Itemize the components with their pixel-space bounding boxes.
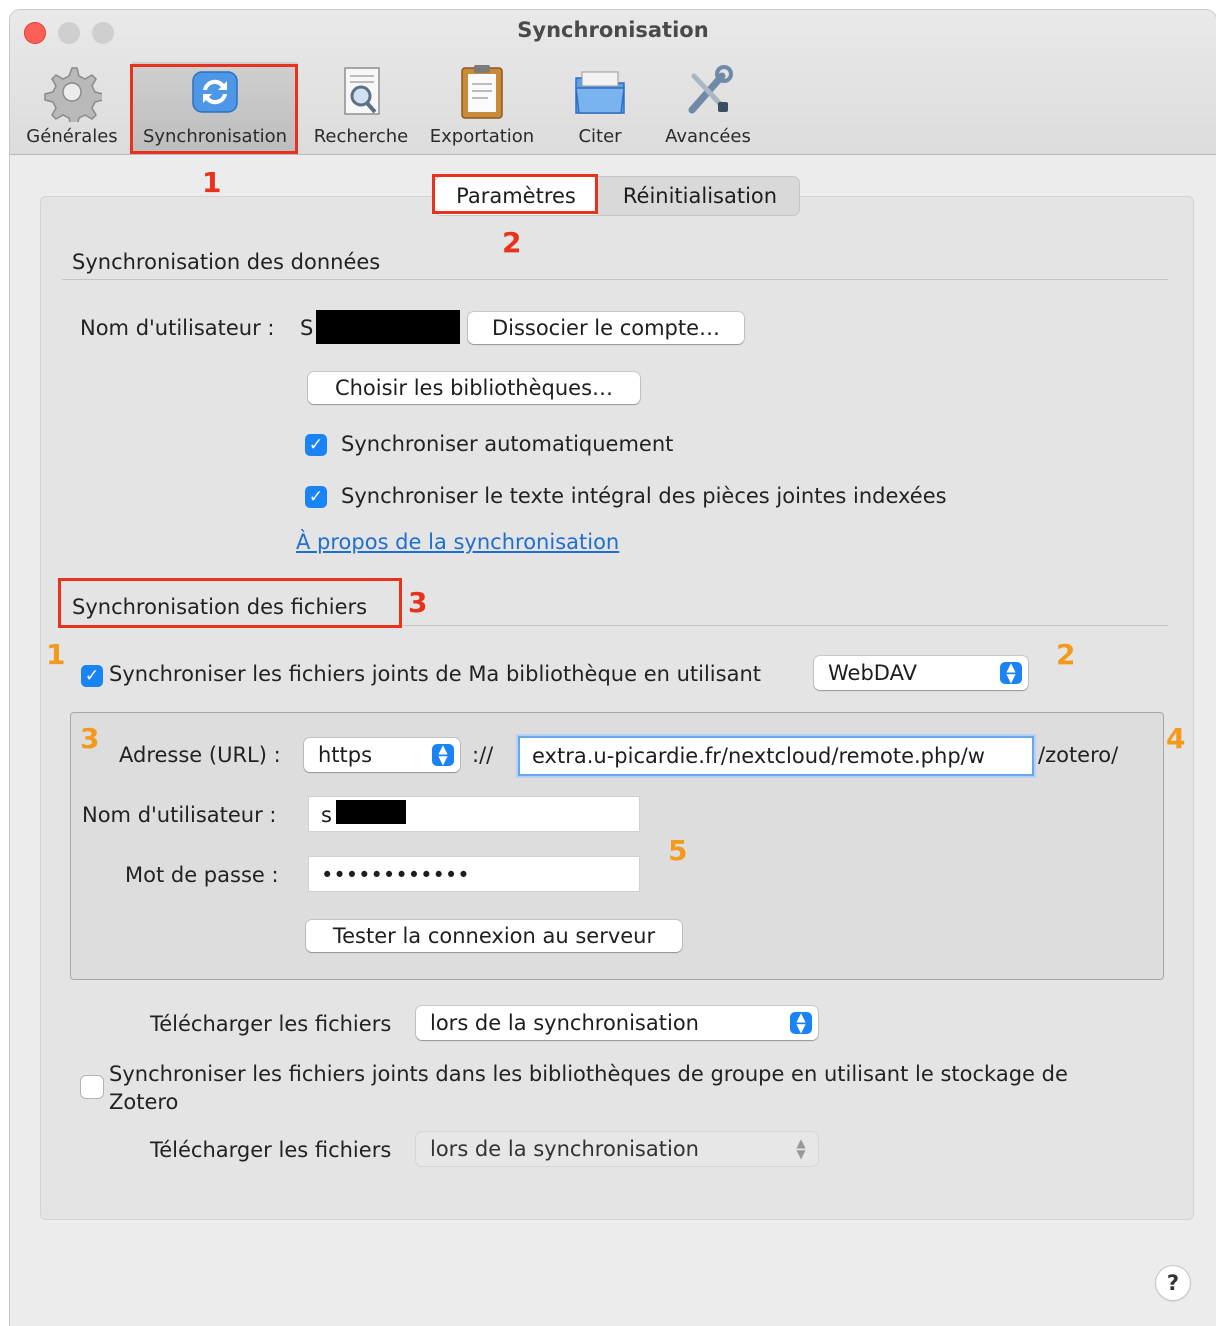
- chevron-updown-icon: ▲ ▼: [1000, 661, 1022, 684]
- section-title-data-sync: Synchronisation des données: [72, 250, 381, 274]
- unlink-account-button[interactable]: Dissocier le compte…: [468, 312, 744, 344]
- password-input[interactable]: ••••••••••••: [308, 856, 640, 892]
- sync-method-value: WebDAV: [828, 661, 917, 685]
- section-title-file-sync: Synchronisation des fichiers: [72, 595, 368, 619]
- username-value: S: [300, 316, 314, 340]
- download-files-value: lors de la synchronisation: [430, 1011, 699, 1035]
- auto-sync-checkbox[interactable]: ✓: [305, 434, 327, 456]
- group-download-files-label: Télécharger les fichiers: [150, 1138, 392, 1162]
- webdav-username-value: s: [321, 803, 332, 827]
- redaction-block: [316, 310, 460, 344]
- group-download-files-select: lors de la synchronisation ▲ ▼: [416, 1132, 818, 1166]
- annotation-number: 1: [46, 638, 66, 671]
- fulltext-sync-label: Synchroniser le texte intégral des pièce…: [341, 484, 947, 508]
- password-label: Mot de passe :: [125, 863, 279, 887]
- annotation-number: 2: [502, 226, 522, 259]
- annotation-number: 5: [668, 834, 688, 867]
- choose-libraries-button[interactable]: Choisir les bibliothèques…: [308, 372, 640, 404]
- toolbar-item-label: Citer: [578, 126, 622, 147]
- annotation-number: 2: [1056, 638, 1076, 671]
- annotation-box-toolbar: [130, 64, 298, 154]
- toolbar-item-label: Avancées: [665, 126, 751, 147]
- tools-icon: [688, 65, 733, 114]
- chevron-updown-icon: ▲ ▼: [432, 743, 454, 766]
- my-library-sync-checkbox[interactable]: ✓: [81, 665, 103, 687]
- group-sync-label-line1: Synchroniser les fichiers joints dans le…: [109, 1062, 1068, 1086]
- section-divider: [62, 279, 1168, 280]
- my-library-sync-label: Synchroniser les fichiers joints de Ma b…: [109, 662, 761, 686]
- group-sync-label-line2: Zotero: [109, 1090, 179, 1114]
- section-divider: [402, 625, 1168, 626]
- toolbar-item-label: Exportation: [429, 126, 535, 147]
- toolbar-item-label: Recherche: [313, 126, 409, 147]
- protocol-value: https: [318, 743, 373, 767]
- chevron-updown-icon: ▲ ▼: [796, 1136, 806, 1161]
- username-label: Nom d'utilisateur :: [80, 316, 275, 340]
- url-label: Adresse (URL) :: [119, 743, 281, 767]
- annotation-number: 1: [202, 166, 222, 199]
- toolbar-item-generales[interactable]: Générales: [20, 62, 124, 154]
- folder-icon: [575, 71, 625, 114]
- annotation-number: 4: [1166, 722, 1186, 755]
- url-input[interactable]: extra.u-picardie.fr/nextcloud/remote.php…: [518, 736, 1034, 776]
- annotation-box-tab: [432, 174, 598, 214]
- toolbar-item-exportation[interactable]: Exportation: [424, 62, 540, 154]
- download-files-label: Télécharger les fichiers: [150, 1012, 392, 1036]
- fulltext-sync-checkbox[interactable]: ✓: [305, 486, 327, 508]
- preferences-window: Synchronisation Générales Synchronisatio…: [10, 10, 1216, 1326]
- group-sync-checkbox[interactable]: ✓: [81, 1076, 103, 1098]
- toolbar-item-citer[interactable]: Citer: [550, 62, 650, 154]
- help-button[interactable]: ?: [1156, 1266, 1190, 1300]
- search-document-icon: [344, 67, 380, 115]
- protocol-select[interactable]: https ▲ ▼: [304, 738, 460, 772]
- clipboard-icon: [461, 65, 503, 119]
- about-sync-link[interactable]: À propos de la synchronisation: [296, 530, 619, 554]
- chevron-updown-icon: ▲ ▼: [790, 1011, 812, 1034]
- window-title: Synchronisation: [517, 18, 709, 42]
- toolbar-item-recherche[interactable]: Recherche: [306, 62, 416, 154]
- redaction-block: [336, 800, 406, 824]
- webdav-username-label: Nom d'utilisateur :: [82, 803, 277, 827]
- titlebar: Synchronisation Générales Synchronisatio…: [10, 10, 1216, 155]
- url-separator: ://: [472, 743, 494, 767]
- annotation-number: 3: [408, 586, 428, 619]
- toolbar-item-avancees[interactable]: Avancées: [658, 62, 758, 154]
- test-connection-button[interactable]: Tester la connexion au serveur: [306, 920, 682, 952]
- group-download-files-value: lors de la synchronisation: [430, 1137, 699, 1161]
- url-suffix: /zotero/: [1038, 743, 1119, 767]
- annotation-number: 3: [80, 722, 100, 755]
- auto-sync-label: Synchroniser automatiquement: [341, 432, 674, 456]
- sync-method-select[interactable]: WebDAV ▲ ▼: [814, 656, 1028, 690]
- gear-icon: [44, 67, 102, 122]
- tab-reinitialisation[interactable]: Réinitialisation: [603, 177, 797, 215]
- toolbar-item-label: Générales: [26, 126, 118, 147]
- download-files-select[interactable]: lors de la synchronisation ▲ ▼: [416, 1006, 818, 1040]
